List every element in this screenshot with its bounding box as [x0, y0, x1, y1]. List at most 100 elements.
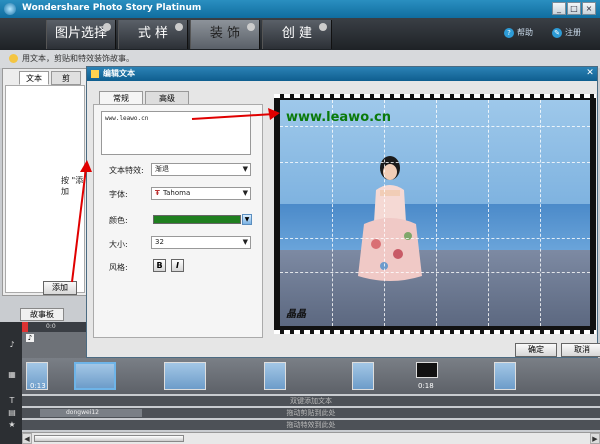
register-label: 注册 — [565, 28, 581, 37]
photo-thumbnail-selected[interactable] — [74, 362, 116, 390]
text-track-icon[interactable]: T — [7, 396, 17, 406]
font-value: Tahoma — [163, 189, 191, 197]
tab-decorate[interactable]: 装 饰 — [190, 20, 260, 49]
playhead-marker[interactable] — [22, 322, 28, 332]
audio-track[interactable]: ♪ — [22, 332, 86, 358]
tab-advanced[interactable]: 高级 — [145, 91, 189, 105]
grid-line — [488, 100, 489, 326]
tab-badge-icon — [319, 23, 327, 31]
help-link[interactable]: ? 帮助 — [504, 27, 533, 38]
size-select[interactable]: 32 ▼ — [151, 236, 251, 249]
photo-subject — [358, 156, 422, 281]
effect-select[interactable]: 渐退 ▼ — [151, 163, 251, 176]
color-swatch[interactable] — [153, 215, 241, 224]
preview-photo: www.leawo.cn 晶晶 — [280, 100, 590, 326]
chevron-down-icon: ▼ — [242, 189, 248, 197]
tab-storyboard[interactable]: 故事板 — [20, 308, 64, 321]
left-panel: 文本 剪 按 "添加 添加 — [2, 68, 88, 296]
photo-thumbnail[interactable] — [352, 362, 374, 390]
thumb-duration: 0:13 — [30, 382, 46, 390]
storyboard-tabs: 故事板 — [0, 306, 86, 322]
add-button[interactable]: 添加 — [43, 281, 77, 295]
main-nav: 图片选择 式 样 装 饰 创 建 ? 帮助 ✎ 注册 — [0, 18, 600, 50]
maximize-button[interactable]: □ — [567, 2, 581, 15]
tab-label: 图片选择 — [54, 26, 107, 41]
scroll-right-icon[interactable]: ▶ — [590, 433, 600, 444]
tab-create[interactable]: 创 建 — [262, 20, 332, 49]
tab-badge-icon — [175, 23, 183, 31]
color-label: 颜色: — [109, 216, 128, 225]
tab-label: 式 样 — [137, 26, 169, 41]
music-note-icon[interactable]: ♪ — [7, 340, 17, 350]
clip-track-hint: 拖动剪贴到此处 — [286, 409, 336, 417]
horizontal-scrollbar[interactable]: ◀ ▶ — [22, 432, 600, 444]
tab-general[interactable]: 常规 — [99, 91, 143, 105]
photo-timeline: 0:13 0:18 — [22, 358, 600, 394]
text-overlay[interactable]: www.leawo.cn — [286, 110, 391, 125]
tab-photo-select[interactable]: 图片选择 — [46, 20, 116, 49]
timeline-sidebar: ♪ ▦ T ▤ ★ — [0, 322, 22, 444]
tab-clip-label: 剪 — [62, 74, 70, 83]
film-strip-top — [274, 94, 596, 98]
photo-thumbnail[interactable] — [164, 362, 206, 390]
cancel-button[interactable]: 取消 — [561, 343, 600, 357]
hint-text: 用文本，剪贴和特效装饰故事。 — [22, 54, 134, 63]
tab-general-label: 常规 — [113, 94, 129, 103]
tab-text[interactable]: 文本 — [19, 71, 49, 85]
font-label: 字体: — [109, 190, 128, 199]
clip-item[interactable]: dongwei12 — [40, 409, 142, 417]
size-value: 32 — [155, 238, 164, 246]
ok-button[interactable]: 确定 — [515, 343, 557, 357]
effect-track[interactable]: 拖动特效到此处 — [22, 420, 600, 430]
photo-track-icon[interactable]: ▦ — [7, 370, 17, 380]
scroll-left-icon[interactable]: ◀ — [22, 433, 32, 444]
edit-icon — [91, 70, 99, 78]
bold-button[interactable]: B — [153, 259, 166, 272]
photo-thumbnail[interactable] — [264, 362, 286, 390]
text-track[interactable]: 双键添加文本 — [22, 396, 600, 406]
font-select[interactable]: Ŧ Tahoma ▼ — [151, 187, 251, 200]
chevron-down-icon: ▼ — [242, 238, 248, 246]
tab-advanced-label: 高级 — [159, 94, 175, 103]
tab-badge-icon — [103, 23, 111, 31]
effect-thumbnail[interactable] — [416, 362, 438, 378]
font-type-icon: Ŧ — [155, 189, 160, 197]
effect-track-icon[interactable]: ★ — [7, 420, 17, 430]
grid-line — [280, 126, 590, 127]
color-picker-button[interactable]: ▼ — [242, 214, 252, 225]
clip-track[interactable]: dongwei12 拖动剪贴到此处 — [22, 408, 600, 418]
style-label: 风格: — [109, 263, 128, 272]
clip-track-icon[interactable]: ▤ — [7, 408, 17, 418]
ruler-label: 0:0 — [46, 323, 56, 330]
photo-sea — [280, 204, 590, 250]
grid-line — [384, 100, 385, 326]
timeline-ruler: 0:0 — [22, 322, 86, 332]
grid-line — [540, 100, 541, 326]
italic-button[interactable]: I — [171, 259, 184, 272]
tab-text-label: 文本 — [26, 74, 42, 83]
tab-clip[interactable]: 剪 — [51, 71, 81, 85]
help-label: 帮助 — [517, 28, 533, 37]
scroll-thumb[interactable] — [34, 435, 184, 442]
chevron-down-icon: ▼ — [242, 165, 248, 173]
grid-line — [280, 272, 590, 273]
dialog-title: 编辑文本 — [103, 69, 135, 78]
size-label: 大小: — [109, 240, 128, 249]
app-icon — [4, 3, 16, 15]
effect-label: 文本特效: — [109, 166, 144, 175]
minimize-button[interactable]: _ — [552, 2, 566, 15]
photo-thumbnail[interactable] — [494, 362, 516, 390]
text-input[interactable]: www.leawo.cn — [101, 111, 251, 155]
title-bar: Wondershare Photo Story Platinum _ □ × — [0, 0, 600, 18]
close-button[interactable]: × — [582, 2, 596, 15]
tab-style[interactable]: 式 样 — [118, 20, 188, 49]
dialog-title-bar: 编辑文本 ✕ — [87, 67, 597, 81]
grid-line — [280, 238, 590, 239]
music-note-icon: ♪ — [26, 334, 34, 342]
logo-overlay: 晶晶 — [286, 309, 306, 320]
preview-pane: www.leawo.cn 晶晶 — [274, 94, 596, 334]
register-link[interactable]: ✎ 注册 — [552, 27, 581, 38]
dialog-close-icon[interactable]: ✕ — [585, 69, 595, 79]
tab-badge-icon — [247, 23, 255, 31]
tab-label: 装 饰 — [209, 26, 241, 41]
